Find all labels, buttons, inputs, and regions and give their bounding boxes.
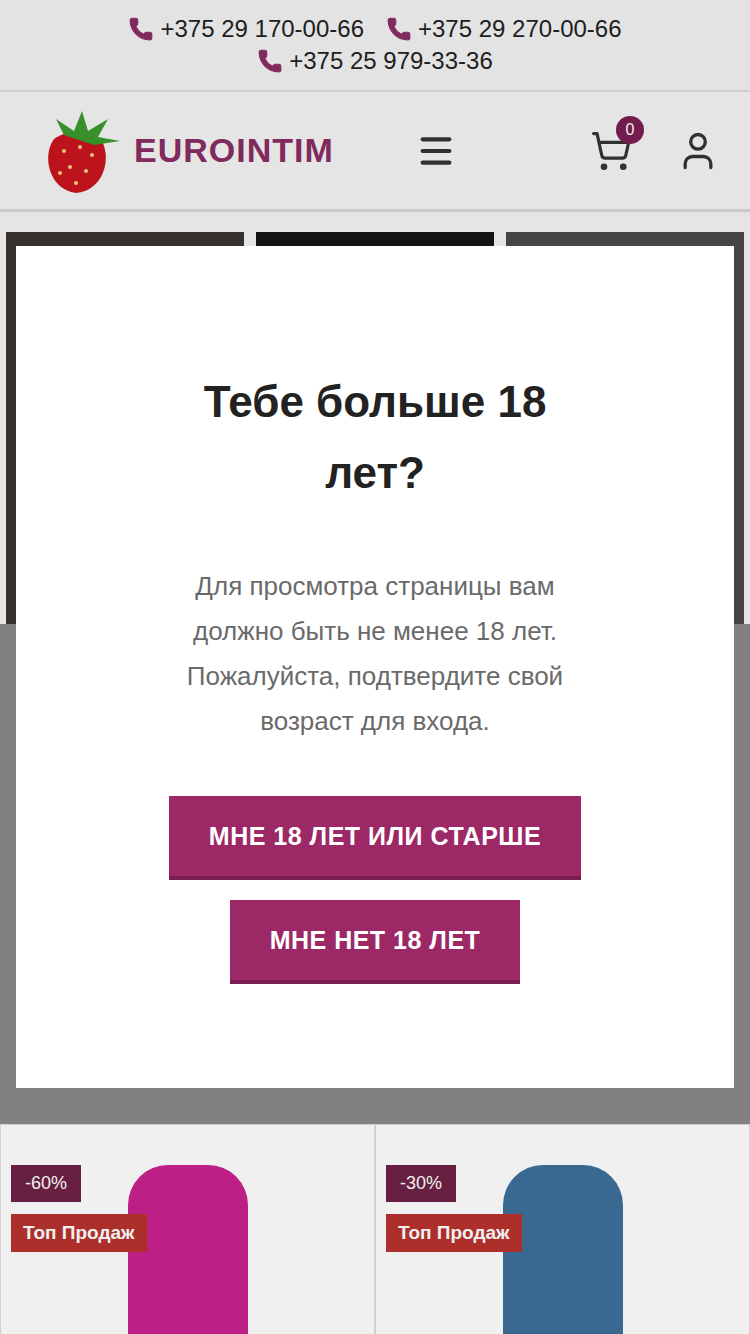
modal-text: Для просмотра страницы вам должно быть н… [156,564,594,744]
modal-buttons: МНЕ 18 ЛЕТ ИЛИ СТАРШЕ МНЕ НЕТ 18 ЛЕТ [169,796,581,984]
age-button[interactable]: МНЕ НЕТ 18 ЛЕТ [230,900,521,984]
modal-title: Тебе больше 18 лет? [156,366,594,508]
age-gate-modal: Тебе больше 18 лет? Для просмотра страниц… [16,246,734,1088]
modal-overlay: Тебе больше 18 лет? Для просмотра страниц… [0,0,750,1334]
age-button[interactable]: МНЕ 18 ЛЕТ ИЛИ СТАРШЕ [169,796,581,880]
